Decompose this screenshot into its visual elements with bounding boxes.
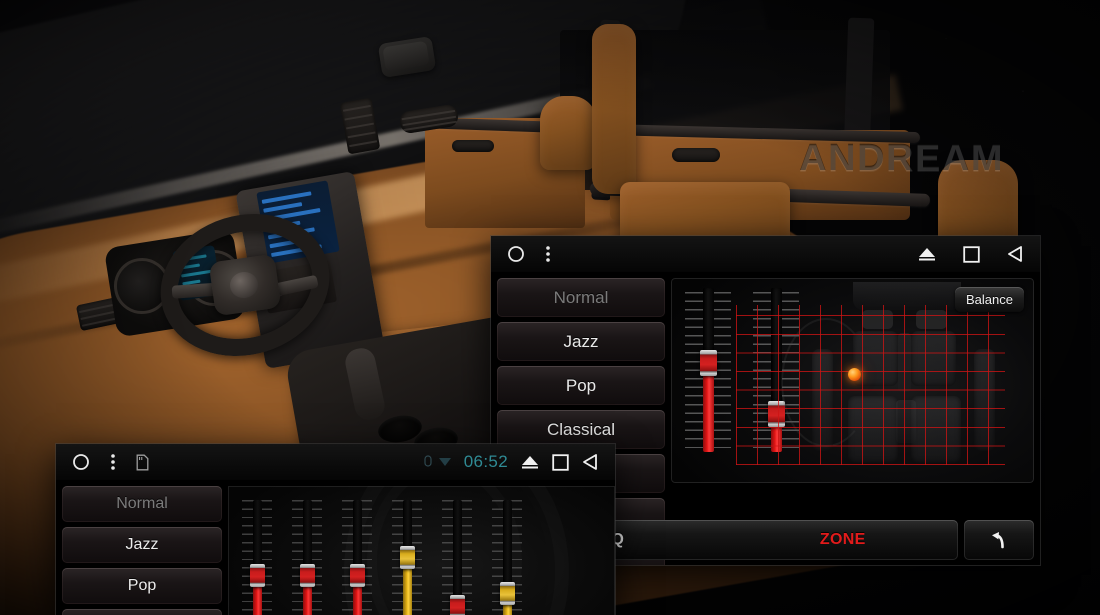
preset-jazz[interactable]: Jazz [497, 322, 665, 361]
zone-panel[interactable]: Subw Loud [671, 278, 1034, 483]
eq-band-4-knob[interactable] [400, 546, 415, 570]
eq-preset-normal[interactable]: Normal [62, 486, 222, 522]
eq-preset-jazz[interactable]: Jazz [62, 527, 222, 563]
eq-preset-classical[interactable]: Classical [62, 609, 222, 615]
circle-home-icon[interactable] [507, 245, 525, 263]
zone-statusbar [491, 236, 1040, 272]
fader-subwoofer-fill [703, 363, 714, 452]
overflow-menu-icon[interactable] [545, 244, 551, 264]
eq-band-6[interactable] [492, 500, 522, 615]
screenshot-root: ANDREAM ANDREAM [0, 0, 1100, 615]
statusbar-clock: 06:52 [463, 452, 508, 471]
eq-band-group [242, 500, 522, 615]
triangle-up-icon[interactable] [917, 246, 937, 262]
eq-band-3[interactable] [342, 500, 372, 615]
square-recents-icon[interactable] [963, 245, 980, 263]
fader-subwoofer-knob[interactable] [700, 350, 717, 377]
return-button[interactable] [964, 520, 1034, 560]
triangle-up-icon[interactable] [520, 454, 540, 470]
fader-loudness-label: Loud [760, 481, 791, 483]
door-handle-recess [672, 148, 720, 162]
eq-screen-window: 06:52 Normal Jazz Pop [56, 444, 615, 615]
fader-subwoofer[interactable]: Subw [685, 288, 731, 483]
watermark-primary: ANDREAM [799, 138, 1004, 180]
preset-classical-label: Classical [546, 419, 616, 439]
bluetooth-icon [438, 455, 452, 469]
eq-band-5-knob[interactable] [450, 594, 465, 615]
square-recents-icon[interactable] [552, 453, 569, 471]
balance-fader-grid[interactable] [736, 304, 1005, 465]
eq-panel[interactable] [228, 486, 615, 615]
eq-band-2-knob[interactable] [300, 563, 315, 587]
overflow-menu-icon[interactable] [110, 452, 116, 472]
triangle-back-icon[interactable] [1006, 245, 1024, 263]
signal-icon [423, 455, 433, 469]
fader-subwoofer-label: Subw [690, 481, 725, 483]
rear-seat-left [540, 96, 596, 170]
preset-normal-label: Normal [553, 287, 609, 307]
eq-body: Normal Jazz Pop Classical [56, 480, 615, 615]
balance-button[interactable]: Balance [955, 287, 1024, 312]
preset-jazz-label: Jazz [563, 331, 599, 351]
eq-band-1[interactable] [242, 500, 272, 615]
sdcard-icon [136, 454, 149, 471]
circle-home-icon[interactable] [72, 453, 90, 471]
eq-band-3-knob[interactable] [350, 563, 365, 587]
eq-statusbar: 06:52 [56, 444, 615, 480]
triangle-back-icon[interactable] [581, 453, 599, 471]
preset-normal[interactable]: Normal [497, 278, 665, 317]
eq-band-6-knob[interactable] [500, 582, 515, 606]
eq-preset-jazz-label: Jazz [125, 536, 159, 553]
eq-band-4[interactable] [392, 500, 422, 615]
eq-preset-pop[interactable]: Pop [62, 568, 222, 604]
eq-preset-pop-label: Pop [127, 577, 157, 594]
eq-band-1-knob[interactable] [250, 563, 265, 587]
eq-preset-normal-label: Normal [116, 495, 168, 512]
status-tiny-icons [423, 455, 452, 469]
eq-band-2[interactable] [292, 500, 322, 615]
preset-pop[interactable]: Pop [497, 366, 665, 405]
preset-pop-label: Pop [565, 375, 597, 395]
mode-zone-tab[interactable]: ZONE [728, 531, 959, 549]
driver-door-handle [452, 140, 494, 152]
eq-preset-list: Normal Jazz Pop Classical [62, 486, 222, 615]
rear-seat-center [592, 24, 636, 194]
eq-band-5[interactable] [442, 500, 472, 615]
return-arrow-icon [988, 529, 1010, 551]
